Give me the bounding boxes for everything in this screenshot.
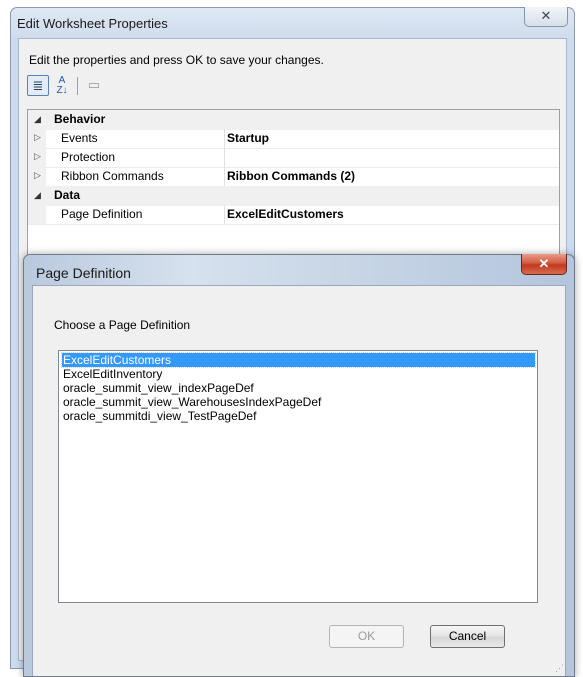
inner-close-button[interactable]: ✕ xyxy=(521,254,567,275)
list-item[interactable]: ExcelEditCustomers xyxy=(61,352,536,368)
categorized-icon: ≣ xyxy=(32,78,44,93)
list-item[interactable]: ExcelEditInventory xyxy=(62,367,535,381)
property-pages-button[interactable]: ▭ xyxy=(83,75,105,96)
collapse-arrow-icon[interactable]: ◢ xyxy=(34,114,41,125)
grid-gutter xyxy=(28,205,46,224)
category-name: Data xyxy=(54,188,81,202)
outer-close-button[interactable]: ✕ xyxy=(524,7,568,27)
grid-category-row[interactable]: ◢ Data xyxy=(28,186,559,206)
property-name: Protection xyxy=(61,150,116,164)
property-pages-icon: ▭ xyxy=(87,77,101,92)
grid-property-row[interactable]: ▷ Ribbon Commands Ribbon Commands (2) xyxy=(28,167,559,187)
page-definition-body: Choose a Page Definition ExcelEditCustom… xyxy=(32,285,566,676)
grid-category-row[interactable]: ◢ Behavior xyxy=(28,110,559,130)
property-value[interactable]: ExcelEditCustomers xyxy=(227,207,344,221)
property-name: Ribbon Commands xyxy=(61,169,164,183)
column-divider xyxy=(224,148,225,167)
column-divider xyxy=(224,205,225,224)
page-definition-title: Page Definition xyxy=(36,265,131,281)
property-value[interactable]: Startup xyxy=(227,131,269,145)
column-divider xyxy=(224,129,225,148)
grid-property-row[interactable]: ▷ Protection xyxy=(28,148,559,168)
expand-arrow-icon[interactable]: ▷ xyxy=(34,151,41,162)
list-item[interactable]: oracle_summitdi_view_TestPageDef xyxy=(62,409,535,423)
expand-arrow-icon[interactable]: ▷ xyxy=(34,170,41,181)
instructions-text: Edit the properties and press OK to save… xyxy=(29,53,324,67)
grid-property-row[interactable]: ▷ Events Startup xyxy=(28,129,559,149)
collapse-arrow-icon[interactable]: ◢ xyxy=(34,190,41,201)
property-name: Page Definition xyxy=(61,207,143,221)
expand-arrow-icon[interactable]: ▷ xyxy=(34,132,41,143)
resize-grip-icon[interactable]: ⋰ xyxy=(555,663,564,674)
cancel-button[interactable]: Cancel xyxy=(430,625,505,648)
sort-z-label: Z↓ xyxy=(56,85,68,96)
column-divider xyxy=(224,167,225,186)
alphabetical-sort-button[interactable]: A Z↓ xyxy=(51,75,73,96)
outer-dialog-title: Edit Worksheet Properties xyxy=(17,16,168,31)
grid-property-row[interactable]: Page Definition ExcelEditCustomers xyxy=(28,205,559,225)
property-value[interactable]: Ribbon Commands (2) xyxy=(227,169,355,183)
property-name: Events xyxy=(61,131,98,145)
list-item[interactable]: oracle_summit_view_indexPageDef xyxy=(62,381,535,395)
categorized-view-button[interactable]: ≣ xyxy=(27,75,49,96)
ok-button[interactable]: OK xyxy=(329,625,404,648)
page-definition-list[interactable]: ExcelEditCustomers ExcelEditInventory orac… xyxy=(58,350,538,603)
choose-page-definition-label: Choose a Page Definition xyxy=(54,318,191,332)
outer-title-bar[interactable]: Edit Worksheet Properties ✕ xyxy=(11,7,574,38)
toolbar-separator xyxy=(77,77,78,95)
list-item[interactable]: oracle_summit_view_WarehousesIndexPageDe… xyxy=(62,395,535,409)
category-name: Behavior xyxy=(54,112,106,126)
page-definition-dialog: Page Definition ✕ Choose a Page Definiti… xyxy=(23,254,575,677)
